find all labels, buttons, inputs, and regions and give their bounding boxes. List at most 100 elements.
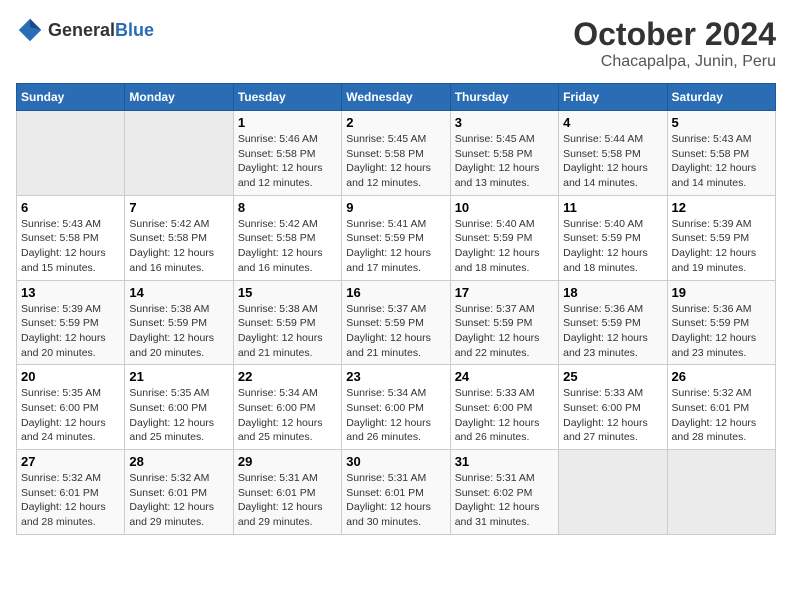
day-info: Sunrise: 5:34 AM Sunset: 6:00 PM Dayligh…	[346, 386, 445, 445]
day-info: Sunrise: 5:36 AM Sunset: 5:59 PM Dayligh…	[563, 302, 662, 361]
calendar-cell: 28 Sunrise: 5:32 AM Sunset: 6:01 PM Dayli…	[125, 450, 233, 535]
day-number: 22	[238, 369, 337, 384]
day-info: Sunrise: 5:34 AM Sunset: 6:00 PM Dayligh…	[238, 386, 337, 445]
logo-text-blue: Blue	[115, 20, 154, 40]
calendar-cell: 6 Sunrise: 5:43 AM Sunset: 5:58 PM Daylig…	[17, 195, 125, 280]
calendar-table: SundayMondayTuesdayWednesdayThursdayFrid…	[16, 83, 776, 535]
calendar-cell: 29Sunrise: 5:31 AM Sunset: 6:01 PM Dayli…	[233, 450, 341, 535]
day-info: Sunrise: 5:35 AM Sunset: 6:00 PM Dayligh…	[129, 386, 228, 445]
day-number: 29	[238, 454, 337, 469]
day-info: Sunrise: 5:32 AM Sunset: 6:01 PM Dayligh…	[129, 471, 228, 530]
day-info: Sunrise: 5:40 AM Sunset: 5:59 PM Dayligh…	[563, 217, 662, 276]
calendar-week-1: 1Sunrise: 5:46 AM Sunset: 5:58 PM Daylig…	[17, 111, 776, 196]
day-number: 27	[21, 454, 120, 469]
day-info: Sunrise: 5:33 AM Sunset: 6:00 PM Dayligh…	[455, 386, 554, 445]
calendar-cell	[17, 111, 125, 196]
day-number: 24	[455, 369, 554, 384]
calendar-cell: 19 Sunrise: 5:36 AM Sunset: 5:59 PM Dayli…	[667, 280, 775, 365]
day-info: Sunrise: 5:45 AM Sunset: 5:58 PM Dayligh…	[346, 132, 445, 191]
calendar-cell: 25 Sunrise: 5:33 AM Sunset: 6:00 PM Dayli…	[559, 365, 667, 450]
calendar-cell: 14 Sunrise: 5:38 AM Sunset: 5:59 PM Dayli…	[125, 280, 233, 365]
day-info: Sunrise: 5:45 AM Sunset: 5:58 PM Dayligh…	[455, 132, 554, 191]
day-number: 23	[346, 369, 445, 384]
day-info: Sunrise: 5:37 AM Sunset: 5:59 PM Dayligh…	[455, 302, 554, 361]
day-number: 12	[672, 200, 771, 215]
day-number: 3	[455, 115, 554, 130]
calendar-cell: 22 Sunrise: 5:34 AM Sunset: 6:00 PM Dayli…	[233, 365, 341, 450]
calendar-cell: 13 Sunrise: 5:39 AM Sunset: 5:59 PM Dayli…	[17, 280, 125, 365]
day-number: 2	[346, 115, 445, 130]
day-info: Sunrise: 5:32 AM Sunset: 6:01 PM Dayligh…	[672, 386, 771, 445]
header-friday: Friday	[559, 84, 667, 111]
day-number: 1	[238, 115, 337, 130]
day-number: 11	[563, 200, 662, 215]
day-number: 31	[455, 454, 554, 469]
calendar-cell: 2 Sunrise: 5:45 AM Sunset: 5:58 PM Daylig…	[342, 111, 450, 196]
calendar-cell: 23 Sunrise: 5:34 AM Sunset: 6:00 PM Dayli…	[342, 365, 450, 450]
day-number: 13	[21, 285, 120, 300]
day-number: 26	[672, 369, 771, 384]
calendar-cell: 15Sunrise: 5:38 AM Sunset: 5:59 PM Dayli…	[233, 280, 341, 365]
day-info: Sunrise: 5:35 AM Sunset: 6:00 PM Dayligh…	[21, 386, 120, 445]
calendar-cell: 27 Sunrise: 5:32 AM Sunset: 6:01 PM Dayli…	[17, 450, 125, 535]
day-info: Sunrise: 5:39 AM Sunset: 5:59 PM Dayligh…	[672, 217, 771, 276]
calendar-week-4: 20 Sunrise: 5:35 AM Sunset: 6:00 PM Dayli…	[17, 365, 776, 450]
day-number: 15	[238, 285, 337, 300]
day-info: Sunrise: 5:37 AM Sunset: 5:59 PM Dayligh…	[346, 302, 445, 361]
day-number: 16	[346, 285, 445, 300]
header-tuesday: Tuesday	[233, 84, 341, 111]
day-number: 28	[129, 454, 228, 469]
calendar-cell: 18 Sunrise: 5:36 AM Sunset: 5:59 PM Dayli…	[559, 280, 667, 365]
logo: GeneralBlue	[16, 16, 154, 44]
day-number: 18	[563, 285, 662, 300]
calendar-cell: 10Sunrise: 5:40 AM Sunset: 5:59 PM Dayli…	[450, 195, 558, 280]
day-number: 5	[672, 115, 771, 130]
calendar-week-2: 6 Sunrise: 5:43 AM Sunset: 5:58 PM Daylig…	[17, 195, 776, 280]
day-info: Sunrise: 5:43 AM Sunset: 5:58 PM Dayligh…	[672, 132, 771, 191]
calendar-cell: 11 Sunrise: 5:40 AM Sunset: 5:59 PM Dayli…	[559, 195, 667, 280]
header-sunday: Sunday	[17, 84, 125, 111]
day-number: 6	[21, 200, 120, 215]
day-number: 20	[21, 369, 120, 384]
calendar-cell: 31 Sunrise: 5:31 AM Sunset: 6:02 PM Dayli…	[450, 450, 558, 535]
day-info: Sunrise: 5:43 AM Sunset: 5:58 PM Dayligh…	[21, 217, 120, 276]
day-number: 14	[129, 285, 228, 300]
day-info: Sunrise: 5:32 AM Sunset: 6:01 PM Dayligh…	[21, 471, 120, 530]
day-info: Sunrise: 5:41 AM Sunset: 5:59 PM Dayligh…	[346, 217, 445, 276]
calendar-cell: 8 Sunrise: 5:42 AM Sunset: 5:58 PM Daylig…	[233, 195, 341, 280]
header-wednesday: Wednesday	[342, 84, 450, 111]
day-info: Sunrise: 5:39 AM Sunset: 5:59 PM Dayligh…	[21, 302, 120, 361]
day-info: Sunrise: 5:42 AM Sunset: 5:58 PM Dayligh…	[129, 217, 228, 276]
calendar-cell: 5 Sunrise: 5:43 AM Sunset: 5:58 PM Daylig…	[667, 111, 775, 196]
day-info: Sunrise: 5:38 AM Sunset: 5:59 PM Dayligh…	[129, 302, 228, 361]
day-info: Sunrise: 5:33 AM Sunset: 6:00 PM Dayligh…	[563, 386, 662, 445]
day-number: 25	[563, 369, 662, 384]
calendar-week-5: 27 Sunrise: 5:32 AM Sunset: 6:01 PM Dayli…	[17, 450, 776, 535]
calendar-cell: 4Sunrise: 5:44 AM Sunset: 5:58 PM Daylig…	[559, 111, 667, 196]
header-saturday: Saturday	[667, 84, 775, 111]
day-number: 19	[672, 285, 771, 300]
day-info: Sunrise: 5:40 AM Sunset: 5:59 PM Dayligh…	[455, 217, 554, 276]
day-number: 4	[563, 115, 662, 130]
logo-text-general: General	[48, 20, 115, 40]
day-info: Sunrise: 5:42 AM Sunset: 5:58 PM Dayligh…	[238, 217, 337, 276]
header-thursday: Thursday	[450, 84, 558, 111]
calendar-cell: 7 Sunrise: 5:42 AM Sunset: 5:58 PM Daylig…	[125, 195, 233, 280]
day-number: 7	[129, 200, 228, 215]
calendar-cell: 16 Sunrise: 5:37 AM Sunset: 5:59 PM Dayli…	[342, 280, 450, 365]
calendar-cell	[125, 111, 233, 196]
day-info: Sunrise: 5:31 AM Sunset: 6:02 PM Dayligh…	[455, 471, 554, 530]
day-number: 9	[346, 200, 445, 215]
calendar-cell: 24 Sunrise: 5:33 AM Sunset: 6:00 PM Dayli…	[450, 365, 558, 450]
day-info: Sunrise: 5:31 AM Sunset: 6:01 PM Dayligh…	[346, 471, 445, 530]
page-title: October 2024	[573, 16, 776, 53]
calendar-body: 1Sunrise: 5:46 AM Sunset: 5:58 PM Daylig…	[17, 111, 776, 535]
day-info: Sunrise: 5:36 AM Sunset: 5:59 PM Dayligh…	[672, 302, 771, 361]
day-number: 17	[455, 285, 554, 300]
page-subtitle: Chacapalpa, Junin, Peru	[573, 53, 776, 71]
day-number: 30	[346, 454, 445, 469]
calendar-cell: 26 Sunrise: 5:32 AM Sunset: 6:01 PM Dayli…	[667, 365, 775, 450]
calendar-cell: 12 Sunrise: 5:39 AM Sunset: 5:59 PM Dayli…	[667, 195, 775, 280]
calendar-week-3: 13 Sunrise: 5:39 AM Sunset: 5:59 PM Dayli…	[17, 280, 776, 365]
day-number: 8	[238, 200, 337, 215]
